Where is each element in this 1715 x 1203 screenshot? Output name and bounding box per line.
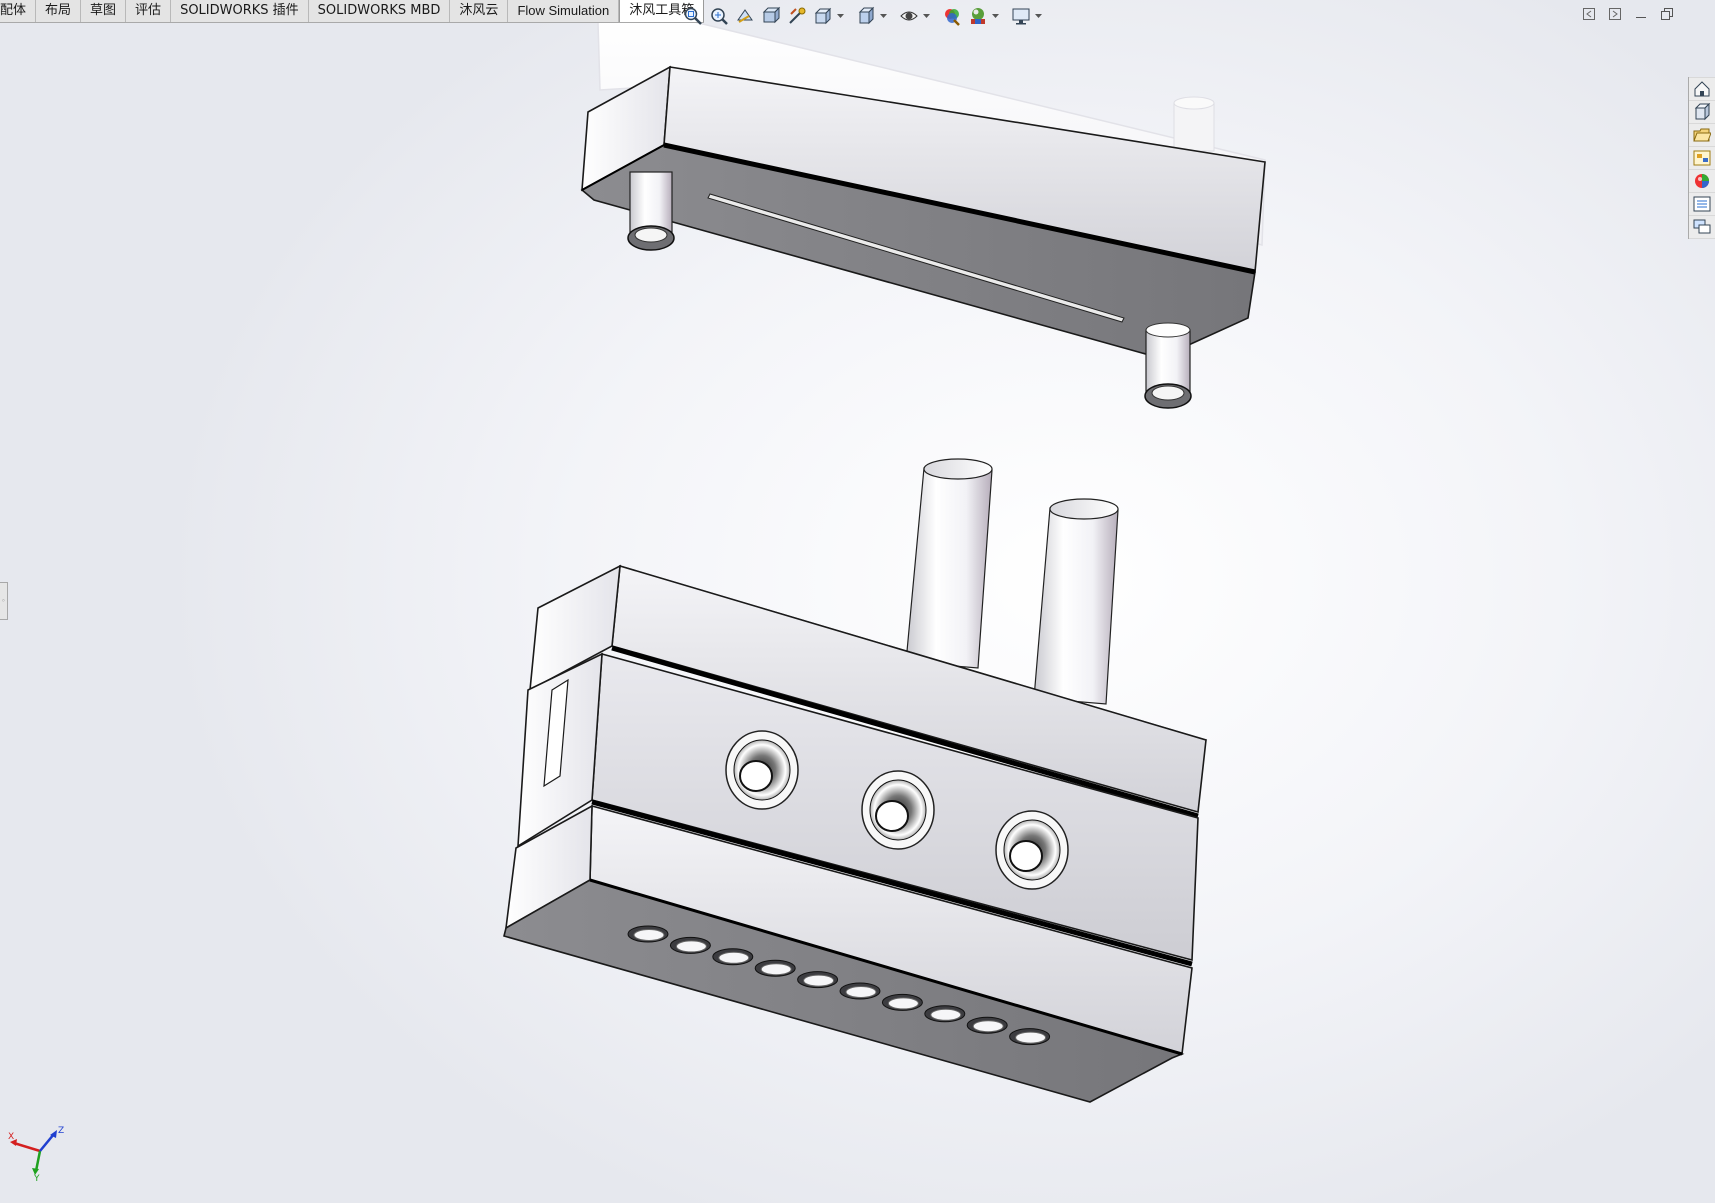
dynamic-annotation-icon[interactable] xyxy=(784,3,810,29)
tab-solidworks-mbd[interactable]: SOLIDWORKS MBD xyxy=(309,0,451,22)
previous-view-icon[interactable] xyxy=(732,3,758,29)
graphics-area[interactable] xyxy=(0,0,1715,1203)
underside-hole xyxy=(839,982,881,1000)
heads-up-view-toolbar xyxy=(680,3,1043,29)
reference-triad: X Y Z xyxy=(8,1126,64,1181)
x-axis-label: X xyxy=(8,1132,14,1142)
underside-hole xyxy=(881,993,923,1011)
restore-icon[interactable] xyxy=(1659,6,1675,22)
tab-layout[interactable]: 布局 xyxy=(36,0,82,22)
task-pane-tabs xyxy=(1688,77,1715,239)
custom-properties-icon[interactable] xyxy=(1689,193,1715,215)
underside-hole xyxy=(1009,1028,1051,1046)
underside-hole xyxy=(924,1005,966,1023)
edit-appearance-icon[interactable] xyxy=(939,3,965,29)
chevron-down-icon[interactable] xyxy=(922,3,931,29)
cooling-hole-2 xyxy=(861,770,935,850)
tab-flow-simulation[interactable]: Flow Simulation xyxy=(508,0,620,22)
z-axis-label: Z xyxy=(58,1126,64,1136)
upper-guide-pin-right xyxy=(1144,322,1192,409)
minimize-icon[interactable] xyxy=(1633,6,1649,22)
view-settings-icon[interactable] xyxy=(1008,3,1034,29)
view-palette-icon[interactable] xyxy=(1689,147,1715,169)
file-explorer-icon[interactable] xyxy=(1689,124,1715,146)
tab-mufeng-cloud[interactable]: 沐风云 xyxy=(450,0,509,22)
command-manager-tabs: 配体 布局 草图 评估 SOLIDWORKS 插件 SOLIDWORKS MBD… xyxy=(0,0,705,23)
tab-solidworks-addins[interactable]: SOLIDWORKS 插件 xyxy=(171,0,309,22)
upper-rear-pin-ghost xyxy=(1173,102,1215,152)
tile-left-icon[interactable] xyxy=(1581,6,1597,22)
cooling-hole-3 xyxy=(995,810,1069,890)
tab-sketch[interactable]: 草图 xyxy=(81,0,127,22)
underside-hole xyxy=(754,959,796,977)
appearances-icon[interactable] xyxy=(1689,170,1715,192)
upper-guide-pin-left xyxy=(627,171,675,251)
tab-assembly[interactable]: 配体 xyxy=(0,0,37,22)
underside-hole xyxy=(712,948,754,966)
underside-hole xyxy=(669,936,711,954)
x-axis xyxy=(13,1141,41,1153)
chevron-down-icon[interactable] xyxy=(836,3,845,29)
z-axis xyxy=(39,1133,55,1152)
zoom-to-fit-icon[interactable] xyxy=(680,3,706,29)
underside-hole xyxy=(797,971,839,989)
chevron-down-icon[interactable] xyxy=(991,3,1000,29)
lower-pin-right xyxy=(1033,498,1119,705)
view-orientation-icon[interactable] xyxy=(810,3,836,29)
cooling-hole-1 xyxy=(725,730,799,810)
tile-right-icon[interactable] xyxy=(1607,6,1623,22)
solidworks-resources-icon[interactable] xyxy=(1689,78,1715,100)
tab-evaluate[interactable]: 评估 xyxy=(126,0,172,22)
section-view-icon[interactable] xyxy=(758,3,784,29)
lower-pin-left xyxy=(905,458,993,669)
apply-scene-icon[interactable] xyxy=(965,3,991,29)
zoom-to-area-icon[interactable] xyxy=(706,3,732,29)
underside-hole xyxy=(627,925,669,943)
chevron-right-icon: ◦ xyxy=(1,597,6,605)
design-library-icon[interactable] xyxy=(1689,101,1715,123)
upper-mold-half[interactable] xyxy=(580,17,1266,409)
forum-icon[interactable] xyxy=(1689,216,1715,238)
underside-hole xyxy=(966,1016,1008,1034)
hide-show-items-icon[interactable] xyxy=(896,3,922,29)
display-style-icon[interactable] xyxy=(853,3,879,29)
window-controls xyxy=(1581,6,1675,22)
chevron-down-icon[interactable] xyxy=(879,3,888,29)
y-axis xyxy=(34,1150,42,1172)
chevron-down-icon[interactable] xyxy=(1034,3,1043,29)
lower-mold-half[interactable] xyxy=(503,458,1208,1103)
feature-manager-collapse-handle[interactable]: ◦ xyxy=(0,582,8,620)
y-axis-label: Y xyxy=(33,1174,40,1181)
